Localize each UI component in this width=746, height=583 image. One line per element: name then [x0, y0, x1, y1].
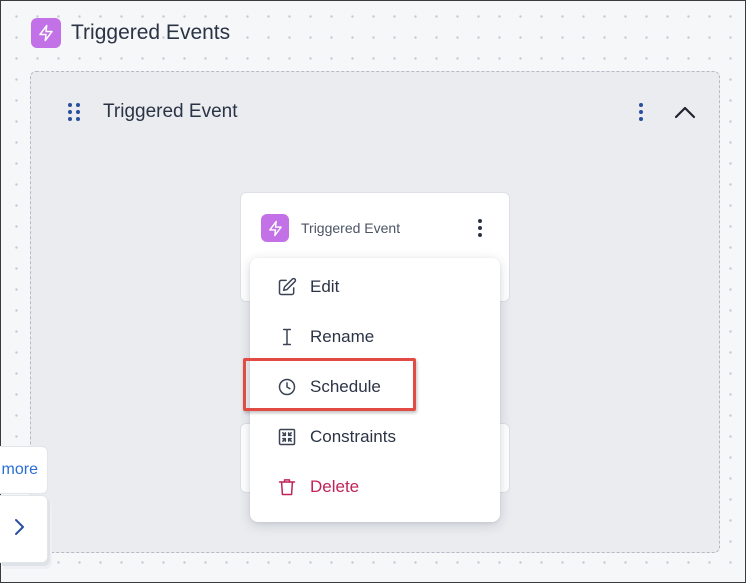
menu-item-schedule[interactable]: Schedule: [250, 367, 500, 407]
node-title: Triggered Event: [301, 220, 401, 236]
context-menu: Edit Rename Schedule Constraints Delete: [250, 258, 500, 522]
lightning-bolt-icon: [31, 18, 61, 48]
menu-item-edit[interactable]: Edit: [250, 267, 500, 307]
clock-icon: [277, 377, 297, 397]
more-link[interactable]: more: [0, 446, 48, 494]
chevron-right-icon: [13, 517, 25, 542]
lightning-bolt-icon: [261, 214, 289, 242]
trash-icon: [277, 477, 297, 497]
text-cursor-icon: [277, 327, 297, 347]
edit-icon: [277, 277, 297, 297]
kebab-menu-icon[interactable]: [472, 216, 488, 240]
page-title: Triggered Events: [71, 21, 231, 44]
menu-item-delete[interactable]: Delete: [250, 467, 500, 507]
drag-handle-icon[interactable]: [66, 101, 82, 128]
more-label: more: [1, 461, 38, 478]
node-header: Triggered Event: [261, 214, 400, 242]
next-panel-button[interactable]: [0, 495, 48, 563]
menu-item-rename[interactable]: Rename: [250, 317, 500, 357]
page-header: Triggered Events: [31, 18, 230, 48]
chevron-up-icon[interactable]: [672, 100, 698, 124]
kebab-menu-icon[interactable]: [633, 100, 649, 124]
constraints-icon: [277, 427, 297, 447]
container-title: Triggered Event: [103, 101, 238, 122]
menu-item-constraints[interactable]: Constraints: [250, 417, 500, 457]
